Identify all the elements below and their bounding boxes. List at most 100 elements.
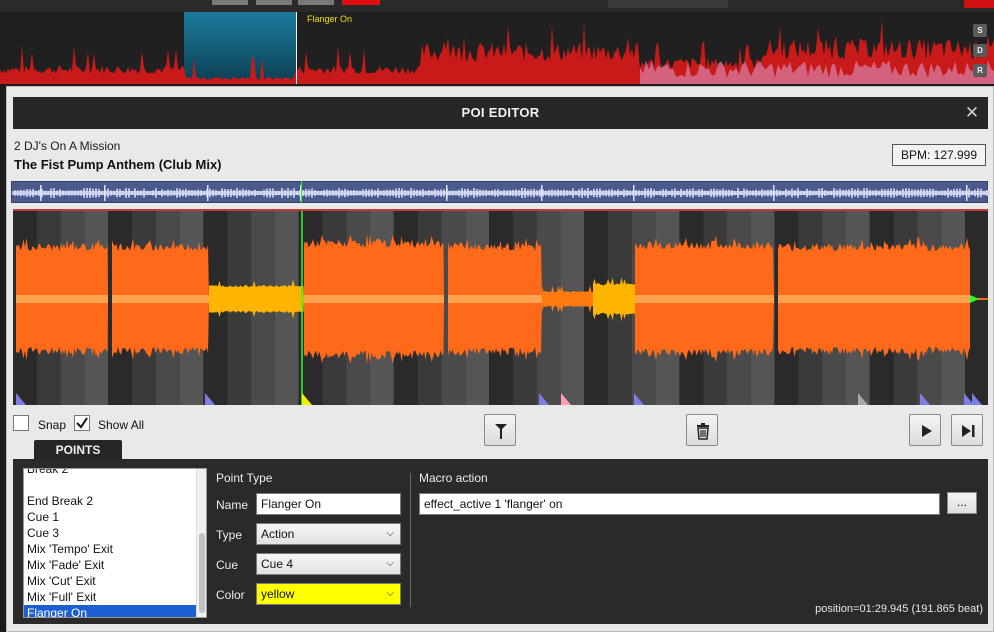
- overview-peak: [851, 188, 853, 198]
- overview-peak: [791, 188, 793, 198]
- track-artist: 2 DJ's On A Mission: [14, 139, 121, 153]
- overview-peak: [584, 189, 586, 197]
- list-scrollbar[interactable]: [196, 469, 206, 617]
- list-item[interactable]: [24, 477, 196, 493]
- overview-peak: [800, 190, 802, 196]
- type-select[interactable]: Action ⌵: [256, 523, 401, 545]
- overview-peak: [173, 190, 175, 196]
- background-button: [256, 0, 292, 5]
- list-scrollbar-thumb[interactable]: [199, 533, 205, 613]
- overview-peak: [635, 190, 637, 196]
- overview-peak: [902, 188, 904, 198]
- color-select-value: yellow: [261, 587, 295, 601]
- overview-peak: [368, 189, 370, 197]
- macro-action-heading: Macro action: [419, 471, 488, 485]
- points-list[interactable]: Break 2 End Break 2 Cue 1 Cue 3 Mix 'Tem…: [23, 468, 207, 618]
- overview-peak: [119, 189, 121, 197]
- snap-checkbox[interactable]: [13, 415, 29, 431]
- list-item[interactable]: Break 2: [24, 469, 196, 477]
- overview-peak: [410, 188, 412, 198]
- overview-peak: [350, 190, 352, 196]
- overview-peak: [575, 190, 577, 196]
- overview-marker: [104, 185, 106, 201]
- overview-peak: [605, 189, 607, 197]
- background-meter: [608, 0, 728, 8]
- overview-peak: [554, 189, 556, 197]
- overview-peak: [467, 188, 469, 198]
- overview-peak: [182, 189, 184, 197]
- overview-peak: [293, 188, 295, 198]
- overview-peak: [953, 189, 955, 197]
- overview-peak: [833, 188, 835, 198]
- overview-peak: [731, 189, 733, 197]
- overview-peak: [515, 189, 517, 197]
- overview-peak: [614, 190, 616, 196]
- background-button: [212, 0, 248, 5]
- overview-peak: [593, 188, 595, 198]
- overview-peak: [83, 188, 85, 198]
- list-item[interactable]: End Break 2: [24, 493, 196, 509]
- overview-peak: [836, 189, 838, 197]
- overview-peak: [509, 189, 511, 197]
- overview-peak: [464, 188, 466, 198]
- list-item[interactable]: Mix 'Fade' Exit: [24, 557, 196, 573]
- list-item[interactable]: Cue 1: [24, 509, 196, 525]
- poi-waveform[interactable]: [13, 209, 988, 405]
- overview-peak: [629, 190, 631, 196]
- overview-peak: [86, 188, 88, 198]
- skip-to-end-button[interactable]: [951, 414, 983, 446]
- overview-peak: [503, 189, 505, 197]
- track-overview-bar[interactable]: [11, 181, 989, 203]
- overview-peak: [179, 188, 181, 198]
- overview-peak: [842, 189, 844, 197]
- overview-peak: [914, 189, 916, 197]
- list-item[interactable]: Mix 'Tempo' Exit: [24, 541, 196, 557]
- overview-peak: [827, 190, 829, 196]
- overview-peak: [107, 188, 109, 198]
- overview-peak: [458, 189, 460, 197]
- close-icon[interactable]: ✕: [962, 103, 982, 123]
- add-marker-button[interactable]: [484, 414, 516, 446]
- overview-peak: [581, 188, 583, 198]
- macro-action-field[interactable]: effect_active 1 'flanger' on: [419, 493, 940, 515]
- overview-peak: [689, 189, 691, 197]
- list-item[interactable]: Cue 3: [24, 525, 196, 541]
- beat-stripe: [560, 211, 585, 405]
- overview-peak: [461, 188, 463, 198]
- list-item[interactable]: Mix 'Cut' Exit: [24, 573, 196, 589]
- color-select[interactable]: yellow ⌵: [256, 583, 401, 605]
- macro-browse-button[interactable]: ...: [947, 492, 977, 514]
- background-waveform-peaks: [0, 20, 994, 84]
- overview-peak: [974, 189, 976, 197]
- overview-peak: [884, 189, 886, 197]
- overview-peak: [896, 189, 898, 197]
- list-item-selected[interactable]: Flanger On: [24, 605, 196, 617]
- background-record-button: [342, 0, 380, 5]
- cue-select[interactable]: Cue 4 ⌵: [256, 553, 401, 575]
- overview-peak: [758, 190, 760, 196]
- overview-peak: [563, 189, 565, 197]
- background-s-button[interactable]: S: [973, 24, 987, 37]
- name-field[interactable]: Flanger On: [256, 493, 401, 515]
- overview-peak: [920, 188, 922, 198]
- overview-peak: [128, 188, 130, 198]
- background-r-button[interactable]: R: [973, 64, 987, 77]
- overview-peak: [191, 189, 193, 197]
- delete-marker-button[interactable]: [686, 414, 718, 446]
- overview-peak: [746, 189, 748, 197]
- overview-peak: [566, 190, 568, 196]
- overview-peak: [737, 188, 739, 198]
- overview-peak: [764, 190, 766, 196]
- background-d-button[interactable]: D: [973, 44, 987, 57]
- overview-peak: [713, 188, 715, 198]
- overview-marker: [541, 185, 543, 201]
- tab-points[interactable]: POINTS: [34, 440, 122, 460]
- cue-select-value: Cue 4: [261, 557, 294, 571]
- overview-peak: [239, 189, 241, 197]
- overview-peak: [122, 190, 124, 196]
- list-item[interactable]: Mix 'Full' Exit: [24, 589, 196, 605]
- show-all-checkbox[interactable]: [74, 415, 90, 431]
- play-button[interactable]: [909, 414, 941, 446]
- overview-peak: [212, 189, 214, 197]
- overview-peak: [95, 188, 97, 198]
